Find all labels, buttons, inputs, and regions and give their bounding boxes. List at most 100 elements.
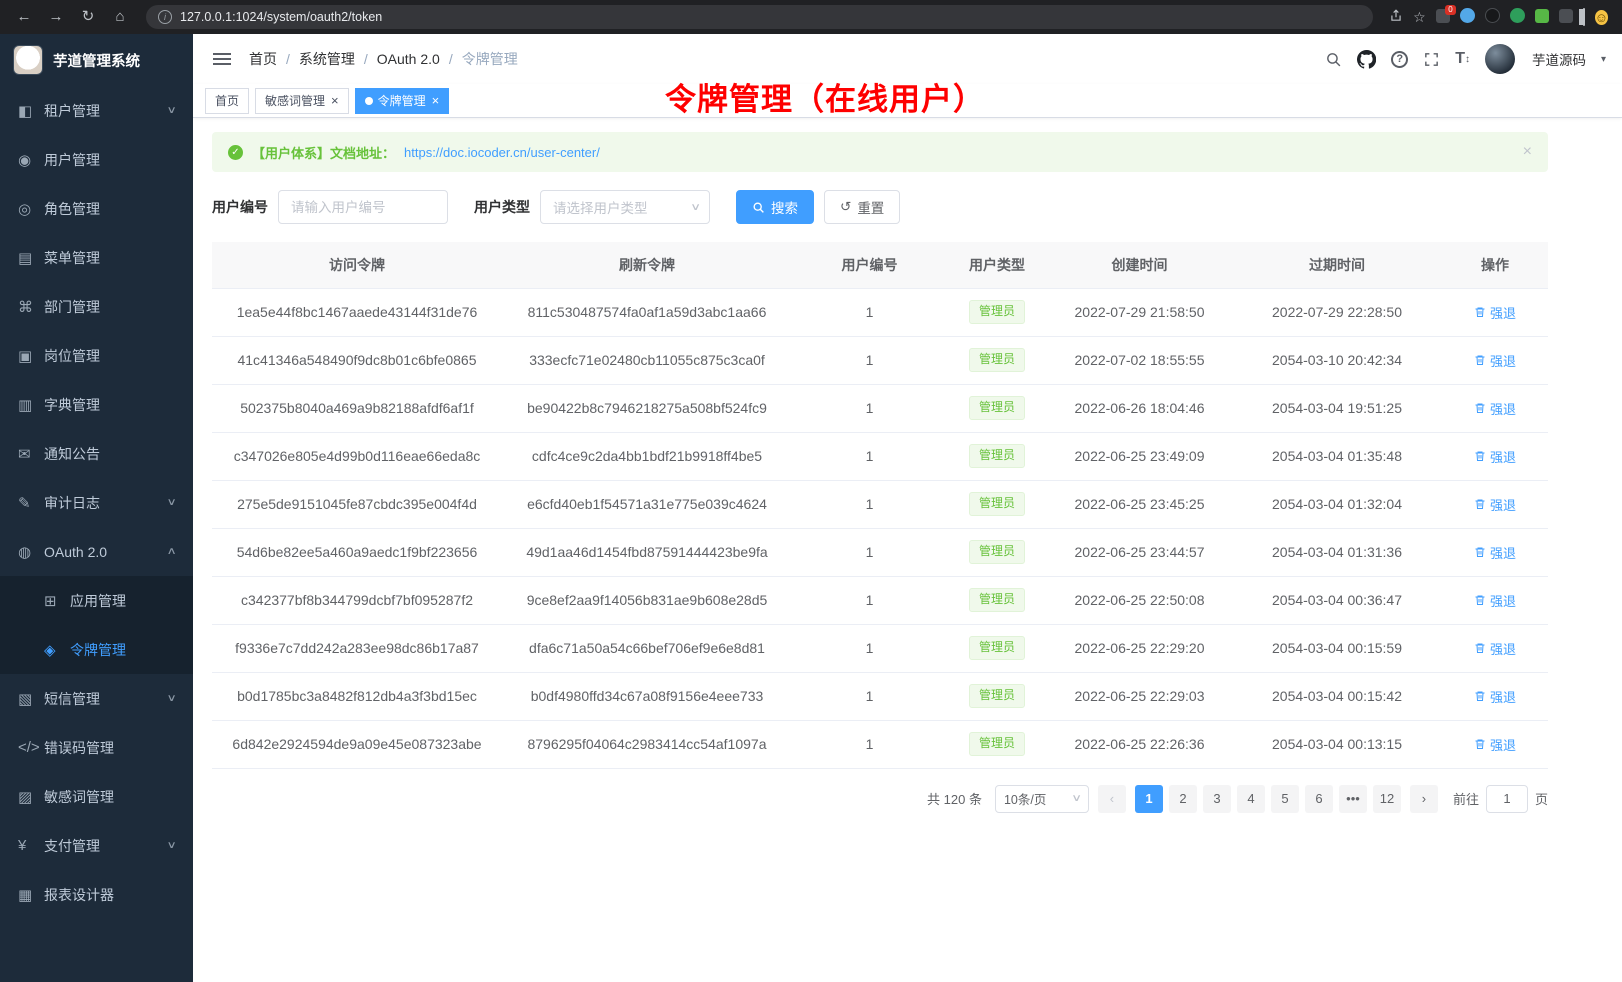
token-row: f9336e7c7dd242a283ee98dc86b17a87dfa6c71a… <box>212 624 1548 672</box>
force-logout-button[interactable]: 强退 <box>1474 495 1516 514</box>
force-logout-button[interactable]: 强退 <box>1474 591 1516 610</box>
cell-expire-time: 2054-03-04 00:13:15 <box>1232 720 1442 768</box>
page-button-2[interactable]: 2 <box>1169 785 1197 813</box>
force-logout-button[interactable]: 强退 <box>1474 303 1516 322</box>
alert-text: 【用户体系】文档地址： <box>252 143 395 162</box>
help-icon[interactable]: ? <box>1391 51 1408 68</box>
fullscreen-icon[interactable] <box>1423 51 1440 68</box>
browser-profile-avatar[interactable]: ☺ <box>1595 8 1608 27</box>
page-more-button[interactable]: ••• <box>1339 785 1367 813</box>
sidebar-item-sms[interactable]: ▧短信管理∨ <box>0 674 193 723</box>
sidebar-item-audit-log[interactable]: ✎审计日志∨ <box>0 478 193 527</box>
user-type-select[interactable]: 请选择用户类型 ∨ <box>540 190 710 224</box>
app-mgmt-icon: ⊞ <box>44 592 70 610</box>
side-panel-icon[interactable] <box>1583 9 1585 25</box>
cell-created-time: 2022-06-26 18:04:46 <box>1047 384 1232 432</box>
force-logout-label: 强退 <box>1490 591 1516 610</box>
annotation-text: 令牌管理（在线用户） <box>665 74 985 119</box>
force-logout-button[interactable]: 强退 <box>1474 543 1516 562</box>
tab-close-icon[interactable]: × <box>331 94 339 107</box>
force-logout-button[interactable]: 强退 <box>1474 735 1516 754</box>
sidebar-item-app-mgmt[interactable]: ⊞应用管理 <box>0 576 193 625</box>
extensions-puzzle-icon[interactable] <box>1535 9 1549 26</box>
tab-active-dot-icon <box>365 97 373 105</box>
sidebar-item-report-designer[interactable]: ▦报表设计器 <box>0 870 193 919</box>
force-logout-button[interactable]: 强退 <box>1474 687 1516 706</box>
sidebar-item-error-code[interactable]: </>错误码管理 <box>0 723 193 772</box>
tab-close-icon[interactable]: × <box>432 94 440 107</box>
reset-button[interactable]: ↺ 重置 <box>824 190 900 224</box>
extension-dark-icon[interactable] <box>1485 8 1500 26</box>
refresh-icon: ↺ <box>840 199 851 215</box>
sidebar-item-sensitive-word[interactable]: ▨敏感词管理 <box>0 772 193 821</box>
page-button-1[interactable]: 1 <box>1135 785 1163 813</box>
extension-badged-icon[interactable]: 0 <box>1436 9 1450 26</box>
extension-blue-icon[interactable] <box>1460 8 1475 26</box>
tab-home[interactable]: 首页 <box>205 88 249 114</box>
force-logout-button[interactable]: 强退 <box>1474 399 1516 418</box>
menu-icon: ▤ <box>18 249 44 267</box>
sidebar-toggle-icon[interactable] <box>213 58 231 60</box>
address-bar[interactable]: i 127.0.0.1:1024/system/oauth2/token <box>146 5 1373 29</box>
page-button-6[interactable]: 6 <box>1305 785 1333 813</box>
page-button-4[interactable]: 4 <box>1237 785 1265 813</box>
cell-access-token: 1ea5e44f8bc1467aaede43144f31de76 <box>212 288 502 336</box>
sidebar-item-user[interactable]: ◉用户管理 <box>0 135 193 184</box>
sidebar-item-dict[interactable]: ▥字典管理 <box>0 380 193 429</box>
bookmark-star-icon[interactable]: ☆ <box>1413 9 1426 26</box>
user-avatar[interactable] <box>1485 44 1515 74</box>
sidebar-item-post[interactable]: ▣岗位管理 <box>0 331 193 380</box>
cell-actions: 强退 <box>1442 672 1548 720</box>
extension-green-icon[interactable] <box>1510 8 1525 26</box>
app-logo[interactable]: 芋道管理系统 <box>0 34 193 86</box>
user-type-label: 用户类型 <box>474 197 530 217</box>
sidebar-item-oauth2[interactable]: ◍OAuth 2.0∧ <box>0 527 193 576</box>
sidebar-item-tenant[interactable]: ◧租户管理∨ <box>0 86 193 135</box>
back-button[interactable]: ← <box>10 4 38 30</box>
alert-doc-link[interactable]: https://doc.iocoder.cn/user-center/ <box>404 145 600 160</box>
cell-created-time: 2022-07-29 21:58:50 <box>1047 288 1232 336</box>
page-button-5[interactable]: 5 <box>1271 785 1299 813</box>
site-info-icon[interactable]: i <box>158 10 172 24</box>
force-logout-button[interactable]: 强退 <box>1474 447 1516 466</box>
browser-chrome: ← → ↻ ⌂ i 127.0.0.1:1024/system/oauth2/t… <box>0 0 1622 34</box>
cell-user-type: 管理员 <box>947 576 1047 624</box>
sidebar-item-pay[interactable]: ¥支付管理∨ <box>0 821 193 870</box>
page-size-select[interactable]: 10条/页 ∨ <box>995 785 1089 813</box>
cell-user-type: 管理员 <box>947 384 1047 432</box>
extension-gray-icon[interactable] <box>1559 9 1573 26</box>
sidebar-item-role[interactable]: ◎角色管理 <box>0 184 193 233</box>
github-icon[interactable] <box>1357 50 1376 69</box>
page-button-12[interactable]: 12 <box>1373 785 1401 813</box>
forward-button[interactable]: → <box>42 4 70 30</box>
sidebar-item-token-mgmt[interactable]: ◈令牌管理 <box>0 625 193 674</box>
search-icon[interactable] <box>1325 51 1342 68</box>
sidebar-item-label: 敏感词管理 <box>44 787 175 807</box>
sidebar-item-notice[interactable]: ✉通知公告 <box>0 429 193 478</box>
sidebar-item-dept[interactable]: ⌘部门管理 <box>0 282 193 331</box>
sidebar-item-menu[interactable]: ▤菜单管理 <box>0 233 193 282</box>
app-window: 芋道管理系统 ◧租户管理∨◉用户管理◎角色管理▤菜单管理⌘部门管理▣岗位管理▥字… <box>0 34 1622 982</box>
next-page-button[interactable]: › <box>1410 785 1438 813</box>
token-row: 1ea5e44f8bc1467aaede43144f31de76811c5304… <box>212 288 1548 336</box>
home-button[interactable]: ⌂ <box>106 4 134 30</box>
goto-page-input[interactable] <box>1486 785 1528 813</box>
share-icon[interactable] <box>1389 8 1403 26</box>
user-menu-caret-icon[interactable]: ▾ <box>1601 54 1606 65</box>
search-button[interactable]: 搜索 <box>736 190 814 224</box>
prev-page-button[interactable]: ‹ <box>1098 785 1126 813</box>
breadcrumb-item-3[interactable]: OAuth 2.0 <box>377 51 440 67</box>
tab-sensitive-word[interactable]: 敏感词管理× <box>255 88 349 114</box>
cell-user-id: 1 <box>792 576 947 624</box>
font-size-icon[interactable]: T↕ <box>1455 50 1470 68</box>
breadcrumb-item-1[interactable]: 首页 <box>249 49 277 69</box>
reload-button[interactable]: ↻ <box>74 4 102 30</box>
alert-close-icon[interactable]: × <box>1523 143 1532 161</box>
cell-actions: 强退 <box>1442 480 1548 528</box>
tab-token[interactable]: 令牌管理× <box>355 88 450 114</box>
user-id-input[interactable] <box>278 190 448 224</box>
force-logout-button[interactable]: 强退 <box>1474 639 1516 658</box>
page-button-3[interactable]: 3 <box>1203 785 1231 813</box>
force-logout-button[interactable]: 强退 <box>1474 351 1516 370</box>
breadcrumb-item-2[interactable]: 系统管理 <box>299 49 355 69</box>
